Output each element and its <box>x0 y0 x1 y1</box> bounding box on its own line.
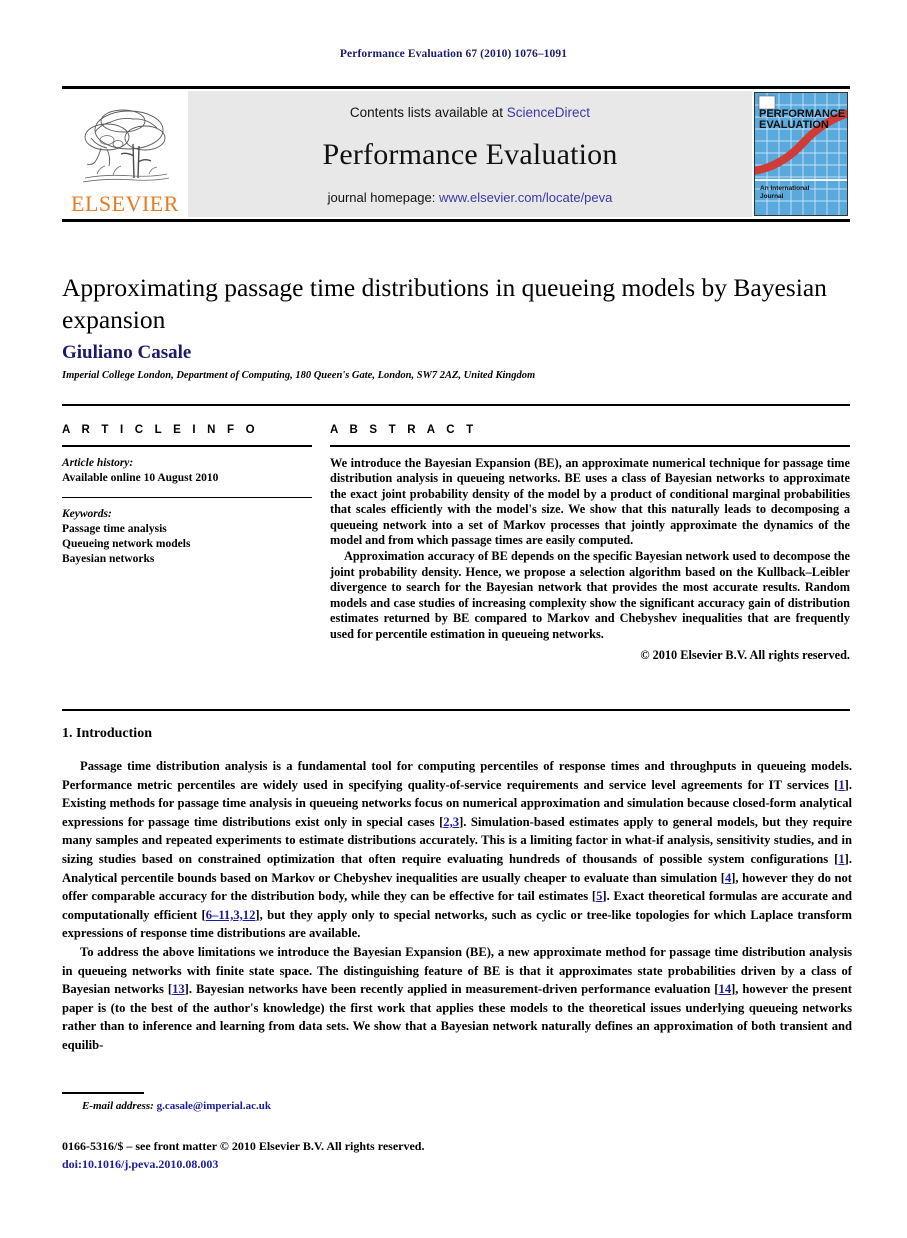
doi-link[interactable]: doi:10.1016/j.peva.2010.08.003 <box>62 1157 218 1172</box>
article-info-column: A R T I C L E I N F O Article history: A… <box>62 424 312 567</box>
page-title: Approximating passage time distributions… <box>62 273 827 334</box>
citation-link[interactable]: 14 <box>719 982 732 996</box>
article-history-value: Available online 10 August 2010 <box>62 471 219 484</box>
abstract-heading: A B S T R A C T <box>330 424 478 436</box>
author-affiliation: Imperial College London, Department of C… <box>62 370 536 381</box>
cover-subtitle-line1: An International <box>760 185 810 192</box>
footnote-rule <box>62 1092 144 1094</box>
article-history-block: Article history: Available online 10 Aug… <box>62 456 312 486</box>
keyword-item: Passage time analysis <box>62 523 167 535</box>
journal-masthead: ELSEVIER Contents lists available at Sci… <box>62 86 850 222</box>
body-text-run: Passage time distribution analysis is a … <box>62 759 852 792</box>
cover-art: PERFORMANCE EVALUATION An International … <box>754 92 848 216</box>
journal-homepage-link[interactable]: www.elsevier.com/locate/peva <box>439 190 612 205</box>
homepage-prefix: journal homepage: <box>327 190 436 205</box>
cover-subtitle-line2: Journal <box>760 192 784 200</box>
paper-page: Performance Evaluation 67 (2010) 1076–10… <box>0 0 907 1238</box>
abstract-paragraph: Approximation accuracy of BE depends on … <box>330 549 850 642</box>
abstract-bottom-rule <box>62 709 850 711</box>
citation-link[interactable]: 6–11,3,12 <box>206 908 256 922</box>
contents-list-line: Contents lists available at ScienceDirec… <box>350 105 590 120</box>
cover-title-line2: EVALUATION <box>759 119 829 131</box>
issn-front-matter: 0166-5316/$ – see front matter © 2010 El… <box>62 1139 425 1153</box>
article-info-divider <box>62 445 312 447</box>
body-text-run: ]. Bayesian networks have been recently … <box>184 982 719 997</box>
abstract-copyright: © 2010 Elsevier B.V. All rights reserved… <box>640 647 850 662</box>
elsevier-wordmark: ELSEVIER <box>71 191 179 216</box>
keywords-block: Keywords: Passage time analysis Queueing… <box>62 507 312 567</box>
sciencedirect-link[interactable]: ScienceDirect <box>507 105 590 120</box>
article-history-label: Article history: <box>62 456 134 469</box>
introduction-body: Passage time distribution analysis is a … <box>62 757 852 1055</box>
keywords-label: Keywords: <box>62 508 112 520</box>
email-link[interactable]: g.casale@imperial.ac.uk <box>157 1100 271 1112</box>
journal-cover-thumbnail: PERFORMANCE EVALUATION An International … <box>752 91 850 217</box>
journal-homepage-line: journal homepage: www.elsevier.com/locat… <box>328 190 613 205</box>
masthead-center: Contents lists available at ScienceDirec… <box>188 91 752 217</box>
elsevier-logo: ELSEVIER <box>62 91 188 217</box>
keyword-item: Queueing network models <box>62 538 191 550</box>
abstract-top-rule <box>62 404 850 406</box>
running-head: Performance Evaluation 67 (2010) 1076–10… <box>339 48 568 60</box>
citation-link[interactable]: 2,3 <box>443 815 459 829</box>
article-info-heading: A R T I C L E I N F O <box>62 424 259 436</box>
masthead-top-rule <box>62 86 850 89</box>
keyword-item: Bayesian networks <box>62 553 155 565</box>
abstract-divider <box>330 445 850 447</box>
author-name[interactable]: Giuliano Casale <box>62 342 191 364</box>
abstract-column: A B S T R A C T We introduce the Bayesia… <box>330 424 850 663</box>
email-footnote: E-mail address: g.casale@imperial.ac.uk <box>82 1100 271 1112</box>
elsevier-tree-icon <box>77 104 173 192</box>
section-heading-introduction: 1. Introduction <box>62 726 152 741</box>
body-paragraph-2: To address the above limitations we intr… <box>62 943 852 1055</box>
abstract-paragraph: We introduce the Bayesian Expansion (BE)… <box>330 455 850 548</box>
citation-link[interactable]: 13 <box>172 982 185 996</box>
contents-prefix: Contents lists available at <box>349 105 504 120</box>
journal-title: Performance Evaluation <box>322 138 618 171</box>
keywords-divider <box>62 496 312 498</box>
masthead-bottom-rule <box>62 219 850 222</box>
email-label: E-mail address: <box>82 1100 154 1112</box>
body-paragraph-1: Passage time distribution analysis is a … <box>62 757 852 943</box>
